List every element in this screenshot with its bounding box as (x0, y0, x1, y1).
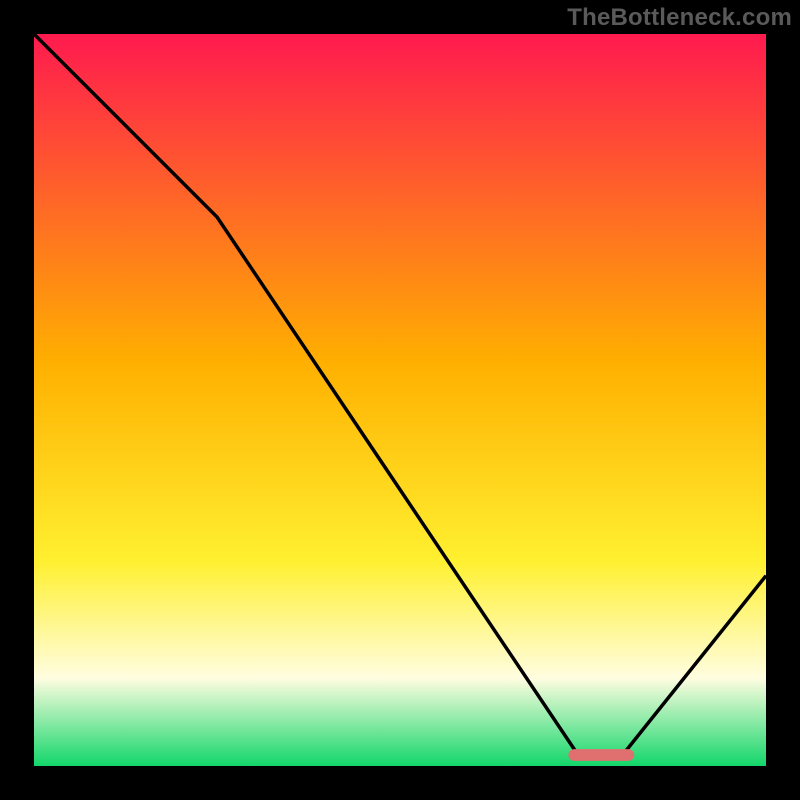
chart-svg (0, 0, 800, 800)
chart-frame: { "watermark": "TheBottleneck.com", "col… (0, 0, 800, 800)
watermark-text: TheBottleneck.com (567, 4, 792, 32)
optimal-marker (568, 749, 634, 761)
